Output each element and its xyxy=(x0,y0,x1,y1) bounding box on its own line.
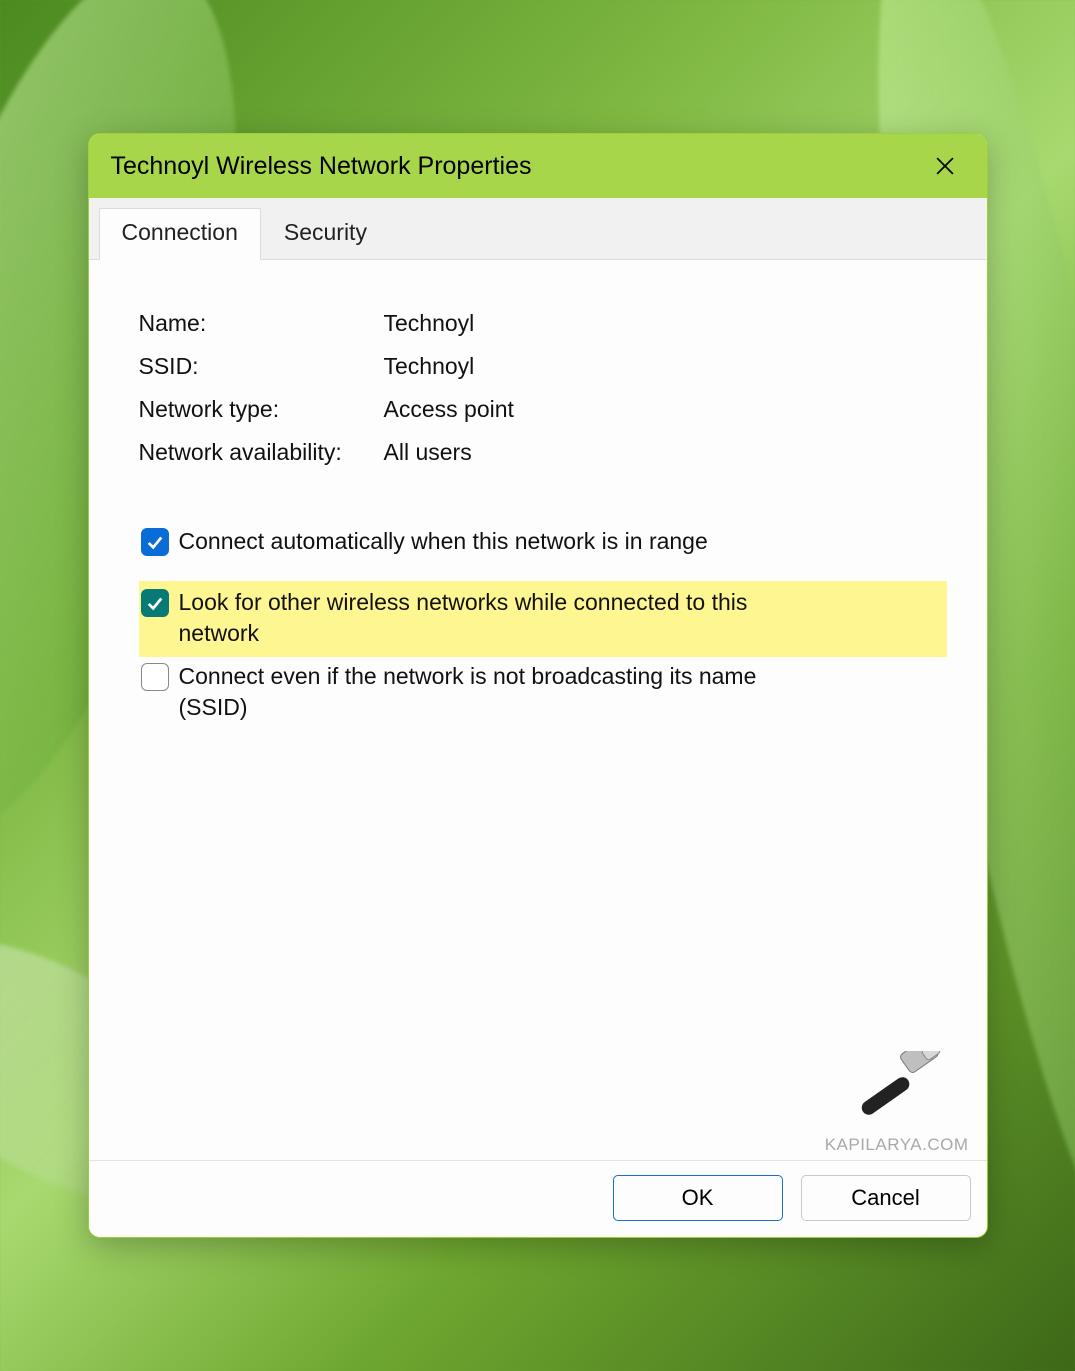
name-value: Technoyl xyxy=(384,310,947,337)
window-title: Technoyl Wireless Network Properties xyxy=(111,152,532,181)
name-label: Name: xyxy=(139,310,384,337)
watermark-text: KAPILARYA.COM xyxy=(825,1135,969,1155)
network-type-value: Access point xyxy=(384,396,947,423)
watermark: KAPILARYA.COM xyxy=(825,1051,969,1155)
tab-connection[interactable]: Connection xyxy=(99,208,261,260)
network-availability-label: Network availability: xyxy=(139,439,384,466)
look-other-checkbox[interactable] xyxy=(141,589,169,617)
look-other-label: Look for other wireless networks while c… xyxy=(179,587,799,649)
network-type-label: Network type: xyxy=(139,396,384,423)
tab-security[interactable]: Security xyxy=(261,208,390,259)
network-info-grid: Name: Technoyl SSID: Technoyl Network ty… xyxy=(139,310,947,466)
auto-connect-label: Connect automatically when this network … xyxy=(179,526,708,557)
connect-hidden-checkbox[interactable] xyxy=(141,663,169,691)
network-availability-value: All users xyxy=(384,439,947,466)
auto-connect-row: Connect automatically when this network … xyxy=(139,522,947,561)
ok-button[interactable]: OK xyxy=(613,1175,783,1221)
dialog-footer: OK Cancel xyxy=(89,1160,987,1237)
close-button[interactable] xyxy=(925,146,965,186)
close-icon xyxy=(936,157,954,175)
connect-hidden-row: Connect even if the network is not broad… xyxy=(139,657,947,727)
ssid-label: SSID: xyxy=(139,353,384,380)
cancel-button[interactable]: Cancel xyxy=(801,1175,971,1221)
hammer-icon xyxy=(849,1051,949,1131)
tab-content: Name: Technoyl SSID: Technoyl Network ty… xyxy=(89,260,987,1160)
auto-connect-checkbox[interactable] xyxy=(141,528,169,556)
titlebar: Technoyl Wireless Network Properties xyxy=(89,134,987,198)
look-other-row: Look for other wireless networks while c… xyxy=(139,581,947,657)
wireless-properties-dialog: Technoyl Wireless Network Properties Con… xyxy=(88,133,988,1238)
check-icon xyxy=(146,533,164,551)
check-icon xyxy=(146,594,164,612)
ssid-value: Technoyl xyxy=(384,353,947,380)
tab-strip: Connection Security xyxy=(89,198,987,260)
connect-hidden-label: Connect even if the network is not broad… xyxy=(179,661,799,723)
